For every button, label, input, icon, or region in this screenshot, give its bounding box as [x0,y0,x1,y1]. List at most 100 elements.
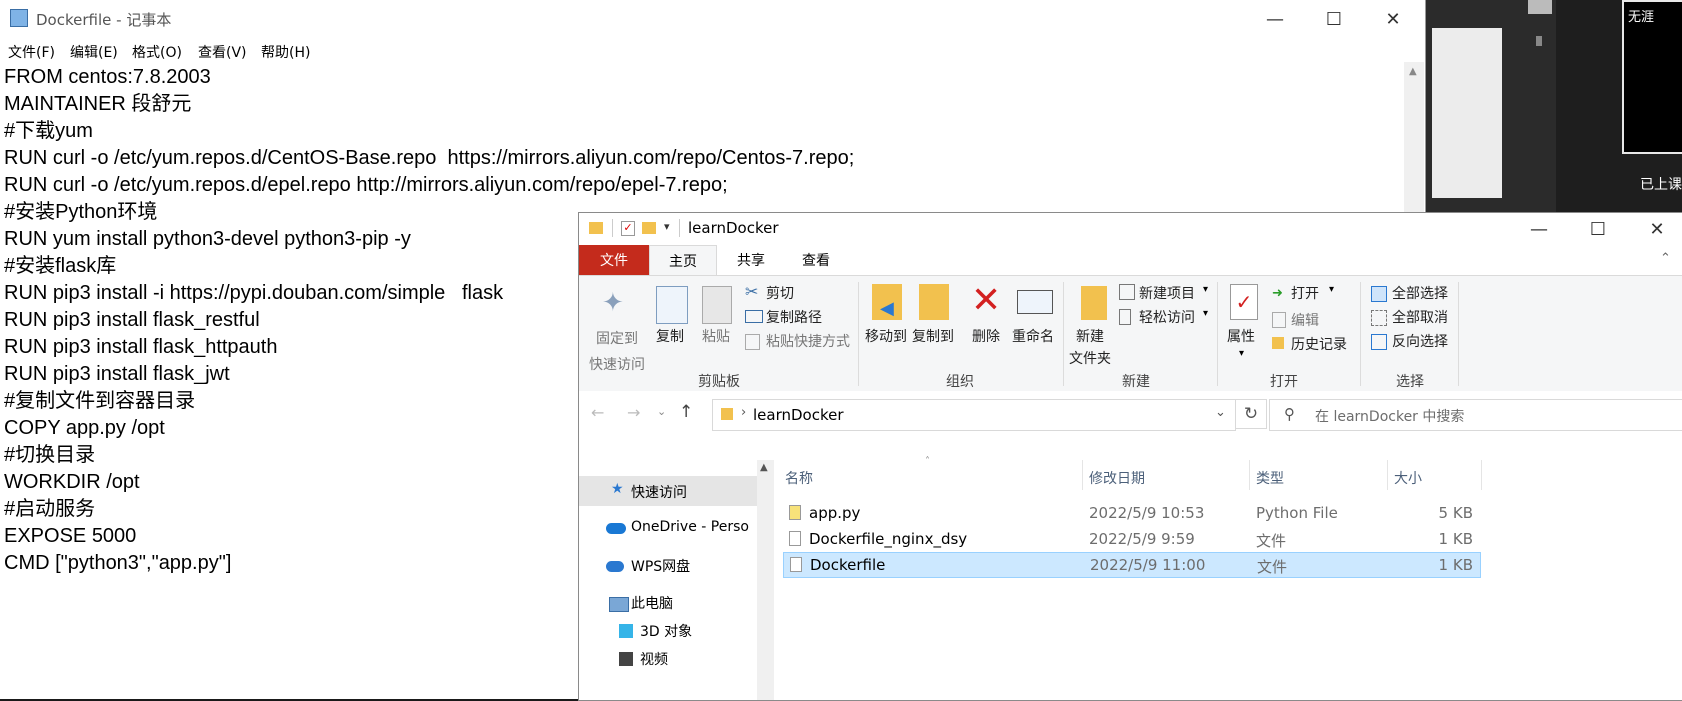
customize-quick-access-icon[interactable]: ▾ [664,220,670,233]
address-bar[interactable]: › learnDocker ⌄ [712,399,1236,431]
dropdown-icon[interactable]: ▾ [1329,284,1334,295]
cut-button[interactable]: 剪切 [766,283,794,303]
open-icon: ➜ [1272,286,1283,301]
status-text: 已上课 [1640,177,1682,193]
menu-help[interactable]: 帮助(H) [261,42,310,62]
minimize-button[interactable]: — [1246,0,1304,38]
explorer-title-bar: ✓ ▾ learnDocker — ☐ ✕ [579,213,1682,245]
file-date: 2022/5/9 11:00 [1090,556,1206,574]
copy-button[interactable]: 复制 [656,326,684,346]
rename-icon [1017,290,1053,314]
tab-share[interactable]: 共享 [719,245,783,275]
nav-item-videos[interactable]: 视频 [640,649,668,669]
copy-path-button[interactable]: 复制路径 [766,307,822,327]
menu-edit[interactable]: 编辑(E) [70,42,118,62]
star-icon: ★ [611,481,624,497]
new-folder-quick-icon[interactable] [642,222,656,234]
move-to-button[interactable]: 移动到 [865,326,907,346]
close-button[interactable]: ✕ [1364,0,1422,38]
refresh-button[interactable]: ↻ [1235,399,1267,429]
text-line: RUN curl -o /etc/yum.repos.d/CentOS-Base… [4,147,855,169]
window-title: Dockerfile - 记事本 [36,11,172,29]
new-folder-button[interactable]: 新建 文件夹 [1069,326,1111,370]
column-header-type[interactable]: 类型 [1256,468,1284,488]
nav-item-this-pc[interactable]: 此电脑 [631,593,673,613]
forward-icon[interactable]: → [627,403,640,422]
divider [1360,282,1361,386]
select-none-button[interactable]: 全部取消 [1392,307,1448,327]
pin-quick-access-button[interactable]: 固定到 快速访问 [589,326,645,378]
nav-item-onedrive[interactable]: OneDrive - Perso [631,519,756,535]
menu-file[interactable]: 文件(F) [8,42,55,62]
divider [1217,282,1218,386]
new-item-button[interactable]: 新建项目 [1139,283,1195,303]
nav-scrollbar[interactable]: ▲ [757,460,774,700]
column-header-size[interactable]: 大小 [1394,468,1422,488]
paste-shortcut-icon [745,334,760,350]
search-box[interactable]: ⚲ 在 learnDocker 中搜索 [1269,399,1682,431]
maximize-button[interactable]: ☐ [1305,0,1363,38]
tab-home[interactable]: 主页 [649,245,717,275]
up-icon[interactable]: ↑ [679,402,693,422]
group-select-label: 选择 [1396,374,1424,390]
select-none-icon [1371,310,1387,326]
dropdown-icon[interactable]: ▾ [1239,348,1244,359]
navigation-pane: ★ 快速访问 OneDrive - Perso WPS网盘 此电脑 3D 对象 … [579,460,774,700]
open-button[interactable]: 打开 [1291,283,1319,303]
file-type: 文件 [1257,558,1288,576]
recent-locations-icon[interactable]: ⌄ [657,405,666,418]
back-icon[interactable]: ← [591,403,604,422]
column-header-name[interactable]: 名称 [785,468,813,488]
select-all-button[interactable]: 全部选择 [1392,283,1448,303]
tab-view[interactable]: 查看 [784,245,848,275]
group-new-label: 新建 [1122,374,1150,390]
invert-selection-icon [1371,334,1387,350]
scroll-up-icon[interactable]: ▲ [760,462,768,473]
properties-quick-icon[interactable]: ✓ [621,221,635,236]
scroll-up-icon[interactable]: ▲ [1409,66,1417,77]
chevron-down-icon[interactable]: ⌄ [1215,405,1226,420]
divider [612,219,613,237]
column-header-date[interactable]: 修改日期 [1089,468,1145,488]
rename-button[interactable]: 重命名 [1012,326,1054,346]
easy-access-button[interactable]: 轻松访问 [1139,307,1195,327]
file-row[interactable]: Dockerfile_nginx_dsy 2022/5/9 9:59 文件 1 … [783,526,1481,552]
dropdown-icon[interactable]: ▾ [1203,308,1208,319]
breadcrumb-chevron-icon[interactable]: › [741,405,746,420]
file-type: 文件 [1256,532,1287,550]
dropdown-icon[interactable]: ▾ [1203,284,1208,295]
breadcrumb[interactable]: learnDocker [753,406,844,424]
minimize-button[interactable]: — [1510,213,1568,245]
divider [1481,460,1482,490]
nav-item-quick-access[interactable]: 快速访问 [631,482,687,502]
copy-to-icon [919,284,949,320]
ribbon-tabs: 文件 主页 共享 查看 ⌃ [579,245,1682,276]
properties-button[interactable]: 属性 [1227,326,1255,346]
divider [1249,460,1250,490]
edit-button[interactable]: 编辑 [1291,310,1319,330]
paste-button[interactable]: 粘贴 [702,326,730,346]
history-button[interactable]: 历史记录 [1291,334,1347,354]
menu-view[interactable]: 查看(V) [198,42,247,62]
tab-file[interactable]: 文件 [579,245,649,275]
menu-format[interactable]: 格式(O) [132,42,182,62]
nav-item-wps[interactable]: WPS网盘 [631,556,690,576]
file-name: app.py [809,504,861,522]
menu-bar: 文件(F) 编辑(E) 格式(O) 查看(V) 帮助(H) [0,38,1425,62]
nav-item-3d-objects[interactable]: 3D 对象 [640,621,692,641]
collapse-ribbon-icon[interactable]: ⌃ [1660,251,1671,266]
close-button[interactable]: ✕ [1628,213,1682,245]
ribbon-home: ✦ 固定到 快速访问 复制 粘贴 ✂ 剪切 复制路径 粘贴快捷方式 剪贴板 ◀ … [579,276,1682,392]
file-row[interactable]: app.py 2022/5/9 10:53 Python File 5 KB [783,500,1481,526]
file-row-selected[interactable]: Dockerfile 2022/5/9 11:00 文件 1 KB [783,552,1481,578]
file-size: 5 KB [1438,504,1473,522]
delete-button[interactable]: 删除 [972,326,1000,346]
copy-to-button[interactable]: 复制到 [912,326,954,346]
divider [1082,460,1083,490]
maximize-button[interactable]: ☐ [1569,213,1627,245]
search-input[interactable]: 在 learnDocker 中搜索 [1315,406,1464,426]
paste-shortcut-button[interactable]: 粘贴快捷方式 [766,331,850,351]
video-preview-label: 无涯 [1628,10,1655,25]
invert-selection-button[interactable]: 反向选择 [1392,331,1448,351]
group-clipboard-label: 剪贴板 [698,374,740,390]
